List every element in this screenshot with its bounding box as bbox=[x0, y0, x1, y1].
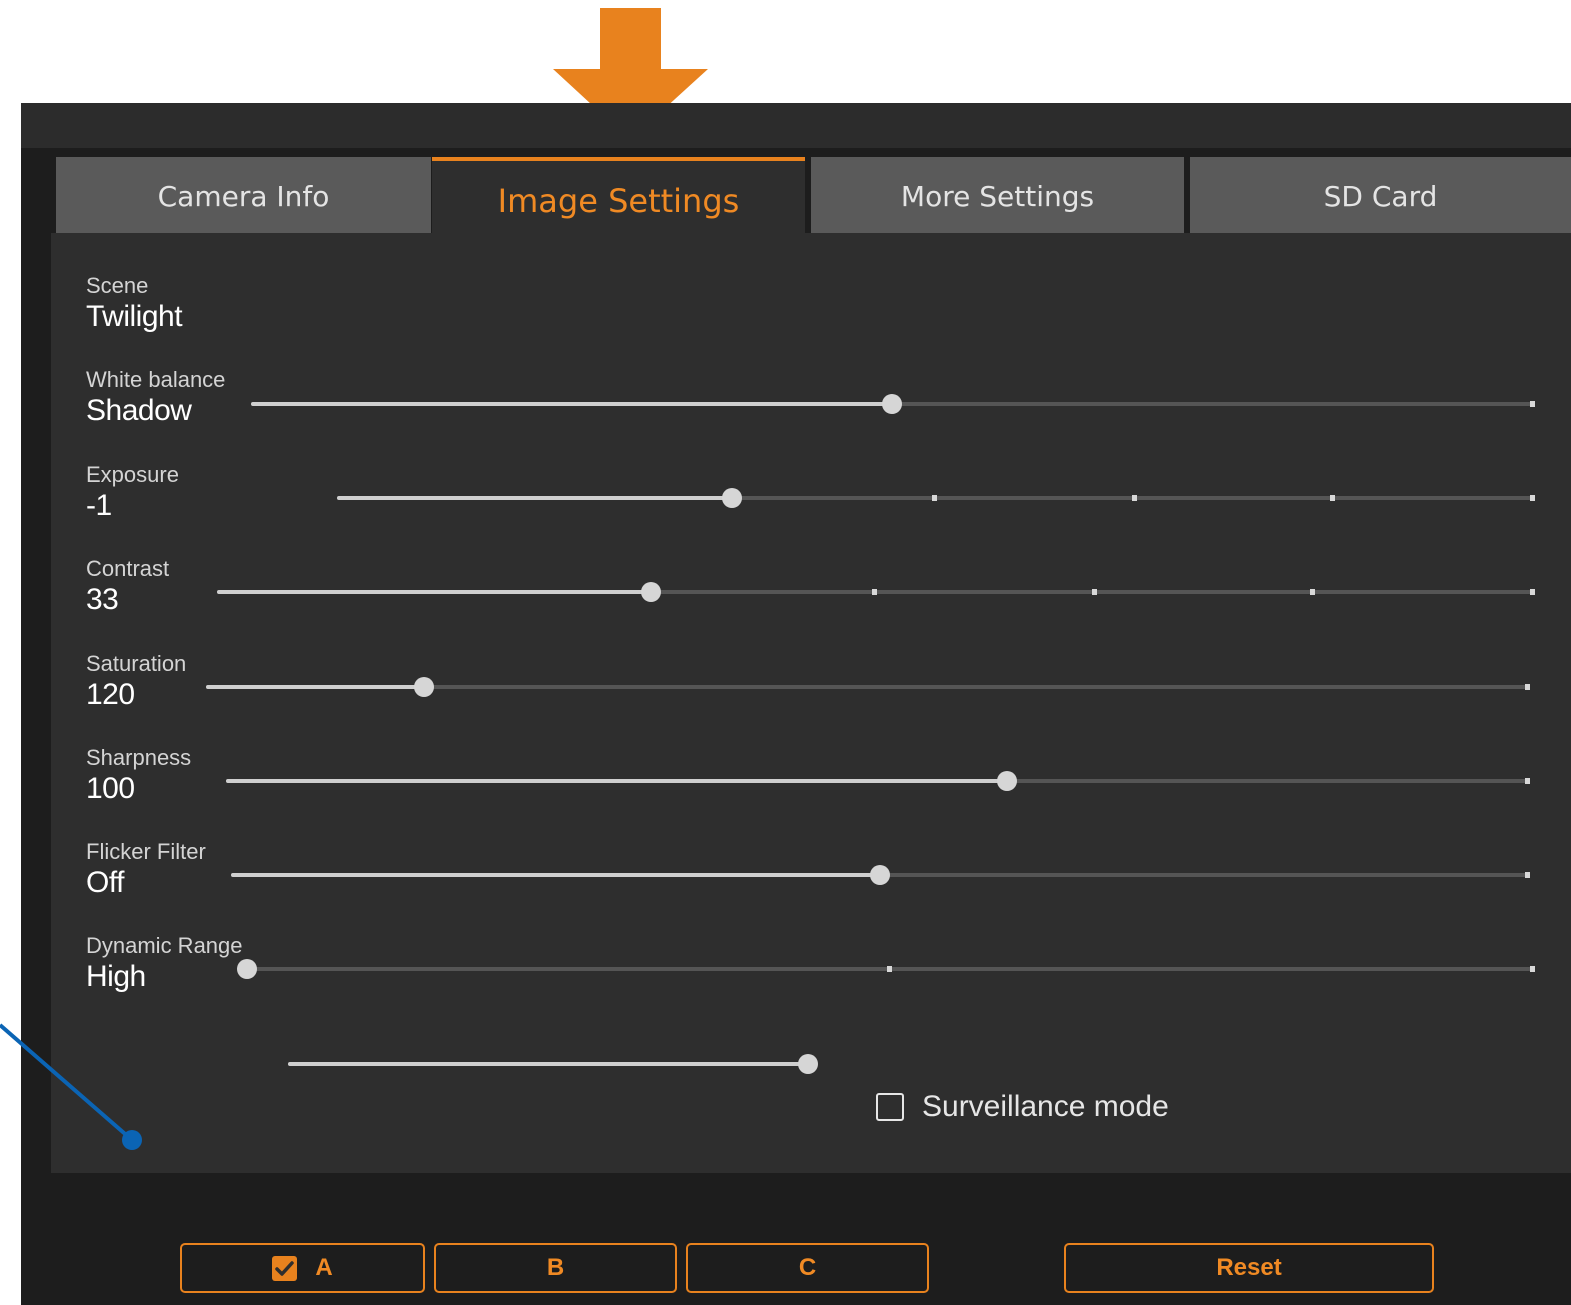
saturation-slider[interactable] bbox=[226, 771, 1530, 791]
pointer-line-icon bbox=[0, 1023, 142, 1150]
flicker-filter-value: Off bbox=[86, 866, 124, 899]
scene-label: Scene bbox=[86, 273, 149, 298]
surveillance-mode-label: Surveillance mode bbox=[922, 1090, 1169, 1123]
preset-b-label: B bbox=[546, 1254, 565, 1281]
saturation-value: 120 bbox=[86, 678, 135, 711]
slider-fill bbox=[288, 1062, 808, 1066]
sharpness-value: 100 bbox=[86, 772, 135, 805]
slider-thumb[interactable] bbox=[414, 677, 435, 697]
tab-bar: Camera Info Image Settings More Settings… bbox=[56, 157, 1571, 235]
slider-tick bbox=[932, 495, 937, 501]
scene-value: Twilight bbox=[86, 300, 183, 333]
slider-fill bbox=[231, 873, 880, 877]
scene-slider[interactable] bbox=[251, 394, 1535, 414]
slider-thumb[interactable] bbox=[721, 488, 742, 508]
slider-tick bbox=[872, 589, 877, 595]
exposure-slider[interactable] bbox=[217, 582, 1535, 602]
dynamic-range-label: Dynamic Range bbox=[86, 933, 243, 958]
white-balance-slider[interactable] bbox=[337, 488, 1535, 508]
preset-c-label: C bbox=[798, 1254, 817, 1281]
reset-button[interactable]: Reset bbox=[1064, 1243, 1434, 1293]
surveillance-mode-toggle[interactable]: Surveillance mode bbox=[876, 1090, 1169, 1124]
dynamic-range-value: High bbox=[86, 960, 146, 993]
slider-thumb[interactable] bbox=[641, 582, 662, 602]
tab-camera-info[interactable]: Camera Info bbox=[56, 157, 431, 235]
surveillance-mode-checkbox[interactable] bbox=[876, 1093, 904, 1121]
preset-a-button[interactable]: A bbox=[180, 1243, 425, 1293]
title-bar bbox=[21, 103, 1571, 148]
flicker-filter-slider[interactable] bbox=[237, 959, 1535, 979]
slider-tick bbox=[1530, 966, 1535, 972]
slider-tick bbox=[1525, 778, 1530, 784]
check-icon bbox=[272, 1255, 298, 1281]
slider-thumb[interactable] bbox=[869, 865, 890, 885]
camera-settings-window: Camera Info Image Settings More Settings… bbox=[21, 103, 1571, 1305]
slider-tick bbox=[1525, 684, 1530, 690]
slider-thumb[interactable] bbox=[237, 959, 257, 979]
tab-image-settings[interactable]: Image Settings bbox=[432, 157, 805, 235]
tab-label: Image Settings bbox=[497, 182, 740, 220]
slider-thumb[interactable] bbox=[997, 771, 1018, 791]
preset-b-button[interactable]: B bbox=[434, 1243, 677, 1293]
tab-sd-card[interactable]: SD Card bbox=[1190, 157, 1571, 235]
saturation-label: Saturation bbox=[86, 651, 187, 676]
slider-tick bbox=[1530, 589, 1535, 595]
slider-tick bbox=[1310, 589, 1316, 595]
sharpness-slider[interactable] bbox=[231, 865, 1530, 885]
slider-fill bbox=[217, 590, 652, 594]
dynamic-range-slider[interactable] bbox=[288, 1054, 818, 1074]
slider-fill bbox=[226, 779, 1008, 783]
sharpness-label: Sharpness bbox=[86, 745, 192, 770]
slider-fill bbox=[206, 685, 425, 689]
tab-more-settings[interactable]: More Settings bbox=[811, 157, 1184, 235]
slider-fill bbox=[251, 402, 892, 406]
contrast-value: 33 bbox=[86, 583, 119, 616]
tab-label: More Settings bbox=[900, 179, 1095, 213]
slider-tick bbox=[1330, 495, 1336, 501]
reset-label: Reset bbox=[1216, 1254, 1282, 1281]
preset-c-button[interactable]: C bbox=[686, 1243, 929, 1293]
exposure-label: Exposure bbox=[86, 462, 179, 487]
slider-fill bbox=[337, 496, 732, 500]
image-settings-panel: Scene Twilight White balance Shadow Expo… bbox=[51, 233, 1571, 1293]
contrast-label: Contrast bbox=[86, 556, 170, 581]
slider-thumb[interactable] bbox=[798, 1054, 818, 1074]
white-balance-label: White balance bbox=[86, 367, 226, 392]
preset-a-label: A bbox=[315, 1254, 333, 1281]
slider-tick bbox=[1091, 589, 1097, 595]
slider-thumb[interactable] bbox=[882, 394, 902, 414]
flicker-filter-label: Flicker Filter bbox=[86, 839, 206, 864]
slider-tick bbox=[1530, 495, 1535, 501]
slider-tick bbox=[1131, 495, 1137, 501]
tab-label: Camera Info bbox=[157, 179, 330, 213]
slider-tick bbox=[887, 966, 892, 972]
tab-label: SD Card bbox=[1323, 179, 1438, 213]
white-balance-value: Shadow bbox=[86, 394, 192, 427]
contrast-slider[interactable] bbox=[206, 677, 1530, 697]
exposure-value: -1 bbox=[86, 489, 112, 522]
slider-tick bbox=[1525, 872, 1530, 878]
slider-tick bbox=[1530, 401, 1535, 407]
